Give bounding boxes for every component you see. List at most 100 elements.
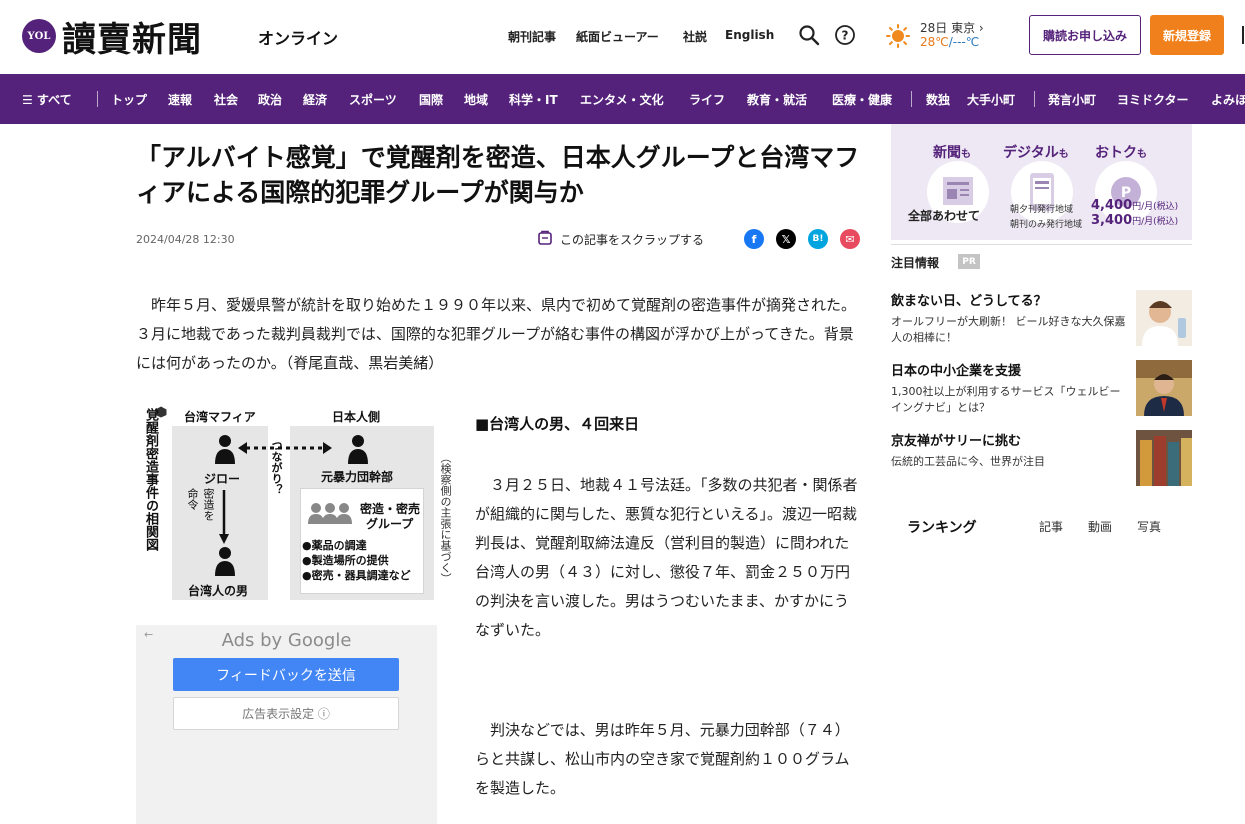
ad-settings-button[interactable]: 広告表示設定 ⓘ — [173, 697, 399, 730]
promo-digital-label: デジタルも — [1003, 145, 1069, 161]
group-icon — [308, 503, 352, 524]
nav-item-international[interactable]: 国際 — [419, 91, 443, 108]
promo-all-label: 全部あわせて — [908, 209, 981, 223]
nav-item-breaking[interactable]: 速報 — [168, 91, 192, 108]
nav-divider — [1034, 91, 1035, 107]
relationship-diagram: 覚醒剤密造事件の相関図 台湾マフィア 日本人側 つながり？ ジロー 命令 密造を… — [136, 400, 458, 605]
scrap-icon[interactable] — [537, 230, 553, 246]
help-icon[interactable]: ? — [834, 24, 856, 46]
plan1-label: 朝夕刊発行地域 — [1010, 205, 1074, 215]
nav-item-health[interactable]: 医療・健康 — [832, 91, 892, 108]
nav-item-sudoku[interactable]: 数独 — [926, 91, 950, 108]
role-item: ●密売・器具調達など — [302, 569, 411, 582]
nav-item-entertainment[interactable]: エンタメ・文化 — [580, 91, 664, 108]
nav-divider — [97, 91, 98, 107]
taiwan-mafia-label: 台湾マフィア — [184, 410, 256, 424]
sidebar-item-desc[interactable]: 1,300社以上が利用するサービス「ウェルビーイングナビ」とは？ — [891, 384, 1129, 416]
ranking-tab-photos[interactable]: 写真 — [1137, 518, 1161, 535]
jiro-label: ジロー — [204, 472, 241, 486]
arrow-down-icon — [219, 490, 229, 544]
header-link-english[interactable]: English — [725, 28, 774, 42]
subscribe-button[interactable]: 購読お申し込み — [1029, 15, 1141, 55]
search-icon[interactable] — [798, 24, 820, 46]
pr-badge: PR — [958, 254, 980, 269]
svg-text:?: ? — [842, 29, 849, 43]
ad-title: Ads by Google — [221, 630, 352, 651]
subscription-promo-banner[interactable]: 新聞も デジタルも おトクも P 全部あわせて 朝夕刊発行地域 4,400円/月… — [891, 124, 1192, 240]
nav-item-regional[interactable]: 地域 — [464, 91, 488, 108]
article-paragraph: 判決などでは、男は昨年５月、元暴力団幹部（７４）らと共謀し、松山市内の空き家で覚… — [475, 721, 850, 797]
nav-item-yomidr[interactable]: ヨミドクター — [1117, 91, 1189, 108]
person-icon — [215, 435, 235, 464]
header-link-morning-edition[interactable]: 朝刊記事 — [508, 28, 556, 45]
google-ad: ← Ads by Google フィードバックを送信 広告表示設定 ⓘ — [136, 625, 437, 824]
sidebar-item-desc[interactable]: オールフリーが大刷新！ ビール好きな大久保嘉人の相棒に！ — [891, 314, 1129, 346]
ranking-heading: ランキング — [907, 520, 977, 536]
cut-off-icon — [1242, 26, 1244, 44]
sunny-weather-icon — [886, 24, 910, 48]
plan2-label: 朝刊のみ発行地域 — [1010, 220, 1083, 230]
role-item: ●製造場所の提供 — [302, 554, 389, 567]
divider — [891, 244, 1192, 245]
person-icon — [215, 547, 235, 576]
sidebar-thumbnail[interactable] — [1136, 360, 1192, 416]
ad-feedback-button[interactable]: フィードバックを送信 — [173, 658, 399, 691]
nav-item-life[interactable]: ライフ — [689, 91, 725, 108]
nav-item-otemachi[interactable]: 大手小町 — [967, 91, 1015, 108]
article-title: 「アルバイト感覚」で覚醒剤を密造、日本人グループと台湾マフィアによる国際的犯罪グ… — [136, 143, 860, 207]
nav-item-economy[interactable]: 経済 — [303, 91, 327, 108]
nav-item-education[interactable]: 教育・就活 — [747, 91, 807, 108]
scrap-button[interactable]: この記事をスクラップする — [560, 231, 704, 248]
nav-item-komachi[interactable]: 発言小町 — [1048, 91, 1096, 108]
facebook-icon[interactable]: f — [744, 229, 764, 249]
role-item: ●薬品の調達 — [302, 539, 367, 552]
sidebar-thumbnail[interactable] — [1136, 290, 1192, 346]
register-button[interactable]: 新規登録 — [1150, 15, 1224, 55]
article-subheading: ■台湾人の男、４回来日 — [475, 415, 640, 433]
yol-logo-icon[interactable]: YOL — [22, 19, 56, 53]
nav-all-menu[interactable]: ☰ すべて — [22, 91, 72, 108]
person-icon — [348, 435, 368, 464]
weather-date-city[interactable]: 28日 東京 › — [920, 19, 984, 36]
former-yakuza-label: 元暴力団幹部 — [321, 470, 394, 484]
ranking-tab-articles[interactable]: 記事 — [1039, 518, 1063, 535]
temp-low: /---℃ — [948, 35, 980, 49]
plan2-price: 3,400円/月(税込) — [1091, 213, 1179, 228]
nav-item-society[interactable]: 社会 — [214, 91, 238, 108]
article-paragraph: ３月２５日、地裁４１号法廷。「多数の共犯者・関係者が組織的に関与した、悪質な犯行… — [475, 476, 858, 639]
dotted-double-arrow-icon — [238, 442, 332, 454]
ranking-tab-videos[interactable]: 動画 — [1088, 518, 1112, 535]
article-lead: 昨年５月、愛媛県警が統計を取り始めた１９９０年以来、県内で初めて覚醒剤の密造事件… — [136, 296, 857, 372]
nav-item-science[interactable]: 科学・IT — [509, 91, 558, 108]
manufacture-label: 密造を — [202, 488, 215, 521]
nav-item-yomiho[interactable]: よみほ — [1211, 91, 1245, 108]
x-icon[interactable]: 𝕏 — [776, 229, 796, 249]
japan-side-label: 日本人側 — [332, 410, 381, 424]
sidebar-thumbnail[interactable] — [1136, 430, 1192, 486]
group-roles: ●薬品の調達 ●製造場所の提供 ●密売・器具調達など — [302, 538, 411, 583]
hatena-bookmark-icon[interactable]: B! — [808, 229, 828, 249]
taiwanese-man-label: 台湾人の男 — [188, 584, 249, 598]
nav-item-sports[interactable]: スポーツ — [349, 91, 397, 108]
site-logo-sub[interactable]: オンライン — [258, 25, 338, 49]
sidebar-item-title[interactable]: 飲まない日、どうしてる？ — [891, 290, 1047, 309]
promo-newspaper-label: 新聞も — [933, 145, 971, 161]
sidebar-item-desc[interactable]: 伝統的工芸品に今、世界が注目 — [891, 454, 1129, 470]
article-date: 2024/04/28 12:30 — [136, 233, 235, 246]
promo-deal-label: おトクも — [1095, 145, 1147, 161]
chevron-right-icon: › — [978, 21, 984, 35]
mail-icon[interactable]: ✉ — [840, 229, 860, 249]
category-nav: ☰ すべて トップ 速報 社会 政治 経済 スポーツ 国際 地域 科学・IT エ… — [0, 74, 1245, 124]
notice-heading: 注目情報 — [891, 256, 940, 270]
sidebar-item-title[interactable]: 日本の中小企業を支援 — [891, 360, 1021, 379]
header-link-viewer[interactable]: 紙面ビューアー — [576, 28, 659, 45]
temp-high: 28℃ — [920, 35, 949, 49]
plan1-price: 4,400円/月(税込) — [1091, 198, 1179, 213]
sidebar-item-title[interactable]: 京友禅がサリーに挑む — [891, 430, 1021, 449]
nav-item-politics[interactable]: 政治 — [258, 91, 282, 108]
command-label: 命令 — [186, 488, 199, 510]
connection-label: つながり？ — [270, 440, 283, 495]
header-link-editorial[interactable]: 社説 — [683, 28, 707, 45]
nav-item-top[interactable]: トップ — [111, 91, 147, 108]
site-logo[interactable]: 讀賣新聞 — [62, 12, 202, 61]
